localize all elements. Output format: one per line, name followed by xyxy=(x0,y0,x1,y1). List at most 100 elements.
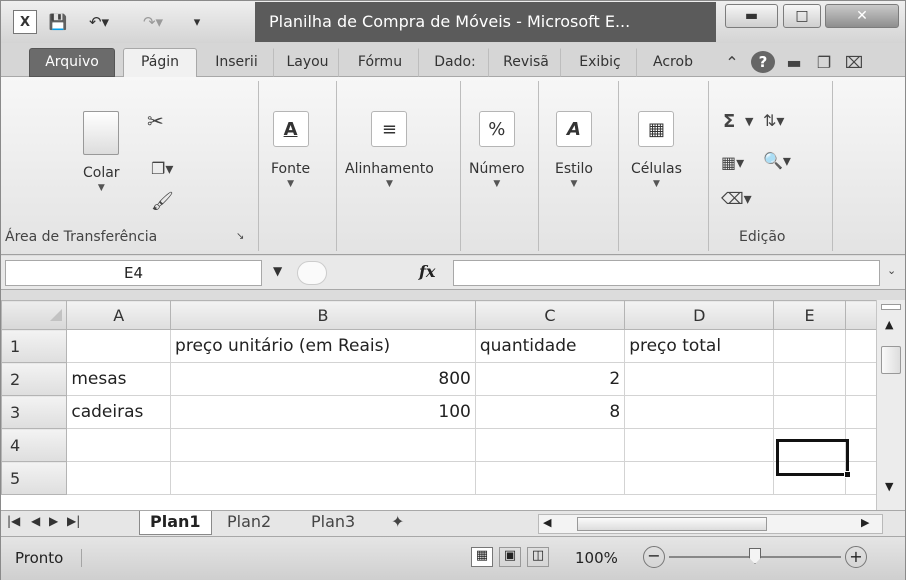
sheet-tab-plan2[interactable]: Plan2 xyxy=(217,511,281,535)
tab-layout[interactable]: Layou xyxy=(276,48,339,77)
scroll-right-icon[interactable]: ▶ xyxy=(861,516,869,529)
column-header[interactable]: D xyxy=(624,300,775,330)
cell-A1[interactable] xyxy=(66,329,172,363)
cell-C4[interactable] xyxy=(474,428,626,462)
cell-D5[interactable] xyxy=(624,461,775,495)
selected-cell-border[interactable] xyxy=(776,439,849,476)
tab-pagina-inicial[interactable]: Págin xyxy=(123,48,197,77)
split-handle[interactable] xyxy=(881,304,901,310)
copy-icon[interactable]: ❐▾ xyxy=(151,159,173,178)
cell-B1[interactable]: preço unitário (em Reais) xyxy=(170,329,476,363)
zoom-in-icon[interactable]: + xyxy=(845,546,867,568)
cells-button[interactable]: ▦ Células ▼ xyxy=(631,111,682,189)
save-icon[interactable]: 💾 xyxy=(45,10,71,34)
fill-icon[interactable]: ▦▾ xyxy=(721,153,744,172)
cell-C2[interactable]: 2 xyxy=(474,362,626,396)
cell-B4[interactable] xyxy=(170,428,476,462)
select-all-corner[interactable] xyxy=(1,300,68,330)
cell-B3[interactable]: 100 xyxy=(170,395,476,429)
hscroll-thumb[interactable] xyxy=(577,517,767,531)
insert-function-icon[interactable]: fx xyxy=(419,262,435,281)
workbook-minimize-icon[interactable]: ▬ xyxy=(783,51,805,73)
name-box-dropdown-icon[interactable]: ▼ xyxy=(273,264,282,278)
row-header[interactable]: 2 xyxy=(1,362,68,396)
cell-C3[interactable]: 8 xyxy=(474,395,626,429)
cell-B2[interactable]: 800 xyxy=(170,362,476,396)
page-layout-view-icon[interactable]: ▣ xyxy=(499,547,521,567)
cell-A4[interactable] xyxy=(66,428,172,462)
tab-dados[interactable]: Dado: xyxy=(421,48,489,77)
column-header[interactable]: C xyxy=(474,300,626,330)
cell-D3[interactable] xyxy=(624,395,775,429)
prev-sheet-icon[interactable]: ◀ xyxy=(31,514,40,528)
cell-A2[interactable]: mesas xyxy=(66,362,172,396)
chevron-down-icon[interactable]: ▼ xyxy=(745,115,753,128)
excel-app-icon[interactable]: X xyxy=(13,10,37,34)
row-header[interactable]: 4 xyxy=(1,428,68,462)
horizontal-scrollbar[interactable]: ◀ ▶ xyxy=(538,514,883,534)
expand-formula-bar-icon[interactable]: ⌄ xyxy=(887,264,896,277)
zoom-out-icon[interactable]: − xyxy=(643,546,665,568)
cell-C5[interactable] xyxy=(474,461,626,495)
font-button[interactable]: A Fonte ▼ xyxy=(271,111,310,189)
column-header[interactable]: E xyxy=(773,300,846,330)
clear-icon[interactable]: ⌫▾ xyxy=(721,189,752,208)
tab-exibicao[interactable]: Exibiç xyxy=(563,48,637,77)
name-box[interactable]: E4 xyxy=(5,260,262,286)
format-painter-icon[interactable]: 🖌 xyxy=(151,191,174,212)
page-break-view-icon[interactable]: ◫ xyxy=(527,547,549,567)
minimize-button[interactable]: ▬ xyxy=(725,4,778,28)
customize-qat-icon[interactable]: ▾ xyxy=(185,10,209,34)
cell-E2[interactable] xyxy=(773,362,846,396)
row-header[interactable]: 5 xyxy=(1,461,68,495)
cell-B5[interactable] xyxy=(170,461,476,495)
column-header[interactable]: B xyxy=(170,300,476,330)
workbook-close-icon[interactable]: ⌧ xyxy=(843,51,865,73)
tab-formulas[interactable]: Fórmu xyxy=(341,48,419,77)
fill-handle[interactable] xyxy=(844,471,851,478)
insert-sheet-icon[interactable]: ✦ xyxy=(381,511,414,535)
scroll-down-icon[interactable]: ▼ xyxy=(885,480,893,493)
cell-D2[interactable] xyxy=(624,362,775,396)
scroll-up-icon[interactable]: ▲ xyxy=(885,318,893,331)
cell-D1[interactable]: preço total xyxy=(624,329,775,363)
first-sheet-icon[interactable]: |◀ xyxy=(7,514,20,528)
number-button[interactable]: % Número ▼ xyxy=(469,111,525,189)
last-sheet-icon[interactable]: ▶| xyxy=(67,514,80,528)
tab-revisao[interactable]: Revisã xyxy=(491,48,561,77)
redo-icon[interactable]: ↷▾ xyxy=(133,10,173,34)
tab-arquivo[interactable]: Arquivo xyxy=(29,48,115,77)
normal-view-icon[interactable]: ▦ xyxy=(471,547,493,567)
cell-E3[interactable] xyxy=(773,395,846,429)
zoom-slider-thumb[interactable] xyxy=(749,548,761,564)
style-button[interactable]: A Estilo ▼ xyxy=(555,111,593,189)
undo-icon[interactable]: ↶▾ xyxy=(79,10,119,34)
tab-inserir[interactable]: Inserii xyxy=(199,48,274,77)
formula-expand-icon[interactable] xyxy=(297,261,327,285)
cell-A3[interactable]: cadeiras xyxy=(66,395,172,429)
vertical-scrollbar[interactable]: ▲ ▼ xyxy=(876,300,905,510)
column-header[interactable]: A xyxy=(66,300,172,330)
workbook-restore-icon[interactable]: ❐ xyxy=(813,51,835,73)
autosum-icon[interactable]: Σ xyxy=(723,111,735,132)
cell-D4[interactable] xyxy=(624,428,775,462)
dialog-launcher-icon[interactable]: ↘ xyxy=(236,231,244,242)
close-button[interactable]: ✕ xyxy=(825,4,899,28)
formula-input[interactable] xyxy=(453,260,880,286)
next-sheet-icon[interactable]: ▶ xyxy=(49,514,58,528)
cut-icon[interactable]: ✂ xyxy=(147,109,164,133)
sheet-tab-plan3[interactable]: Plan3 xyxy=(301,511,365,535)
scroll-thumb[interactable] xyxy=(881,346,901,374)
zoom-level[interactable]: 100% xyxy=(575,549,618,567)
tab-acrobat[interactable]: Acrob xyxy=(639,48,707,77)
sort-filter-icon[interactable]: ⇅▾ xyxy=(763,111,784,130)
minimize-ribbon-icon[interactable]: ⌃ xyxy=(721,51,743,73)
help-icon[interactable]: ? xyxy=(751,51,775,73)
alignment-button[interactable]: ≡ Alinhamento ▼ xyxy=(345,111,434,189)
row-header[interactable]: 3 xyxy=(1,395,68,429)
scroll-left-icon[interactable]: ◀ xyxy=(543,516,551,529)
cell-C1[interactable]: quantidade xyxy=(474,329,626,363)
find-select-icon[interactable]: 🔍▾ xyxy=(763,151,791,170)
paste-button[interactable]: Colar ▼ xyxy=(83,111,120,193)
sheet-tab-plan1[interactable]: Plan1 xyxy=(139,511,212,535)
